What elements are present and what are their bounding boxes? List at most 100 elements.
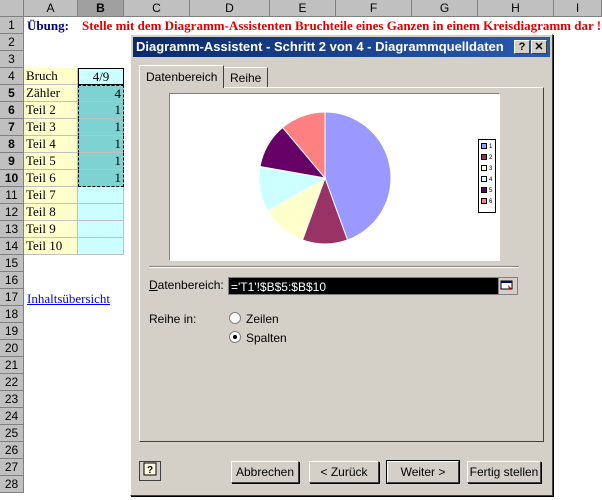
row-header[interactable]: 27 xyxy=(0,459,24,476)
legend-entry: 4 xyxy=(481,176,492,186)
cell-value[interactable] xyxy=(78,187,124,204)
finish-button[interactable]: Fertig stellen xyxy=(467,461,541,483)
row-header[interactable]: 5 xyxy=(0,85,24,102)
cell-label[interactable]: Teil 3 xyxy=(24,119,78,136)
cell-label[interactable]: Teil 6 xyxy=(24,170,78,187)
cell-label[interactable]: Teil 9 xyxy=(24,221,78,238)
legend-label: 6 xyxy=(489,199,493,205)
collapse-dialog-icon[interactable] xyxy=(498,278,517,294)
legend-label: 2 xyxy=(489,155,493,161)
row-header[interactable]: 7 xyxy=(0,119,24,136)
row-header[interactable]: 3 xyxy=(0,51,24,68)
row-header[interactable]: 18 xyxy=(0,306,24,323)
cell-value[interactable] xyxy=(78,221,124,238)
legend-label: 4 xyxy=(489,177,493,183)
radio-columns-label[interactable]: Spalten xyxy=(246,331,287,345)
column-header-i[interactable]: I xyxy=(554,0,602,17)
column-header-h[interactable]: H xyxy=(478,0,554,17)
radio-columns[interactable] xyxy=(229,331,241,343)
row-header[interactable]: 21 xyxy=(0,357,24,374)
row-header[interactable]: 9 xyxy=(0,153,24,170)
cell-label[interactable]: Bruch xyxy=(24,68,78,85)
column-header-a[interactable]: A xyxy=(24,0,78,17)
svg-text:?: ? xyxy=(147,465,153,476)
row-header[interactable]: 1 xyxy=(0,17,24,34)
cell-value[interactable]: 4 xyxy=(78,85,124,102)
help-icon[interactable]: ? xyxy=(514,40,530,54)
cell-label[interactable]: Teil 5 xyxy=(24,153,78,170)
cancel-button[interactable]: Abbrechen xyxy=(231,461,299,483)
column-header-e[interactable]: E xyxy=(270,0,336,17)
legend-entry: 3 xyxy=(481,165,492,175)
contents-link[interactable]: Inhaltsübersicht xyxy=(27,291,110,307)
column-header-d[interactable]: D xyxy=(190,0,270,17)
legend-entry: 6 xyxy=(481,198,492,208)
column-header-g[interactable]: G xyxy=(412,0,478,17)
select-all-corner[interactable] xyxy=(0,0,24,17)
legend-swatch xyxy=(481,187,487,194)
row-header[interactable]: 24 xyxy=(0,408,24,425)
dialog-title-bar[interactable]: Diagramm-Assistent - Schritt 2 von 4 - D… xyxy=(133,37,550,57)
row-header[interactable]: 12 xyxy=(0,204,24,221)
legend-label: 5 xyxy=(489,188,493,194)
legend-entry: 5 xyxy=(481,187,492,197)
cell-value[interactable] xyxy=(78,204,124,221)
row-header[interactable]: 28 xyxy=(0,476,24,493)
cell-label[interactable]: Zähler xyxy=(24,85,78,102)
row-header[interactable]: 4 xyxy=(0,68,24,85)
cell-label[interactable]: Teil 10 xyxy=(24,238,78,255)
next-button[interactable]: Weiter > xyxy=(386,460,460,484)
cell-value[interactable]: 1 xyxy=(78,153,124,170)
column-header-b[interactable]: B xyxy=(78,0,124,17)
tab-datenbereich[interactable]: Datenbereich xyxy=(139,65,225,88)
exercise-label: Übung: xyxy=(27,18,69,33)
row-header[interactable]: 14 xyxy=(0,238,24,255)
row-header[interactable]: 15 xyxy=(0,255,24,272)
row-header[interactable]: 26 xyxy=(0,442,24,459)
row-header[interactable]: 17 xyxy=(0,289,24,306)
cell-value[interactable]: 1 xyxy=(78,119,124,136)
row-header[interactable]: 20 xyxy=(0,340,24,357)
range-input[interactable]: ='T1'!$B$5:$B$10 xyxy=(228,277,518,295)
chart-wizard-dialog: Diagramm-Assistent - Schritt 2 von 4 - D… xyxy=(130,34,553,496)
cell-label[interactable]: Teil 8 xyxy=(24,204,78,221)
row-header[interactable]: 2 xyxy=(0,34,24,51)
help-question-icon: ? xyxy=(143,462,157,476)
cell-value[interactable]: 1 xyxy=(78,170,124,187)
row-header[interactable]: 25 xyxy=(0,425,24,442)
legend-swatch xyxy=(481,143,487,150)
legend-swatch xyxy=(481,176,487,183)
cell-value[interactable]: 1 xyxy=(78,136,124,153)
row-header[interactable]: 8 xyxy=(0,136,24,153)
legend-label: 3 xyxy=(489,166,493,172)
series-in-label: Reihe in: xyxy=(149,312,197,326)
cell-label[interactable]: Teil 4 xyxy=(24,136,78,153)
cell-label[interactable]: Teil 7 xyxy=(24,187,78,204)
legend-swatch xyxy=(481,198,487,205)
radio-rows[interactable] xyxy=(229,312,241,324)
cell-value[interactable]: 4/9 xyxy=(78,68,124,85)
cell-label[interactable]: Teil 2 xyxy=(24,102,78,119)
row-header[interactable]: 13 xyxy=(0,221,24,238)
row-header[interactable]: 10 xyxy=(0,170,24,187)
row-header[interactable]: 19 xyxy=(0,323,24,340)
row-header[interactable]: 22 xyxy=(0,374,24,391)
cell-value[interactable]: 1 xyxy=(78,102,124,119)
row-header[interactable]: 11 xyxy=(0,187,24,204)
row-header[interactable]: 6 xyxy=(0,102,24,119)
row-header[interactable]: 16 xyxy=(0,272,24,289)
range-value: ='T1'!$B$5:$B$10 xyxy=(231,280,326,294)
chart-legend: 1 2 3 4 5 6 xyxy=(478,139,496,213)
back-button[interactable]: < Zurück xyxy=(309,461,379,483)
column-header-f[interactable]: F xyxy=(336,0,412,17)
exercise-title: Stelle mit dem Diagramm-Assistenten Bruc… xyxy=(82,18,602,33)
legend-entry: 1 xyxy=(481,143,492,153)
separator xyxy=(149,266,519,268)
tab-reihe[interactable]: Reihe xyxy=(223,67,269,87)
close-icon[interactable]: ✕ xyxy=(531,40,547,54)
help-button[interactable]: ? xyxy=(139,461,161,481)
column-header-c[interactable]: C xyxy=(124,0,190,17)
cell-value[interactable] xyxy=(78,238,124,255)
radio-rows-label[interactable]: Zeilen xyxy=(246,312,279,326)
row-header[interactable]: 23 xyxy=(0,391,24,408)
